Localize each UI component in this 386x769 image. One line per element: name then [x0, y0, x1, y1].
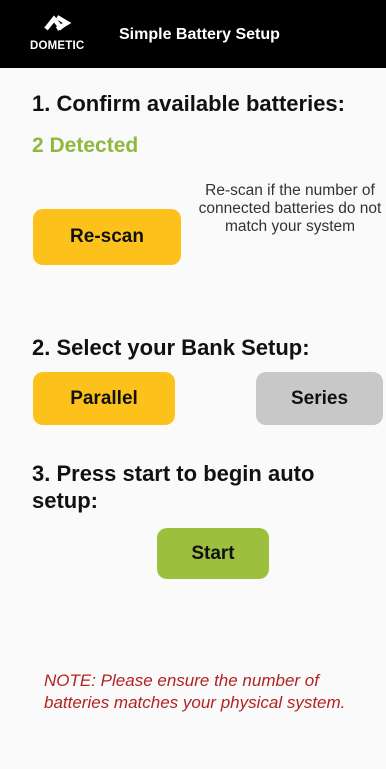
step3-heading: 3. Press start to begin auto setup: — [32, 461, 315, 513]
battery-setup-screen: DOMETIC Simple Battery Setup 1. Confirm … — [0, 0, 386, 769]
detected-count: 2 Detected — [32, 134, 139, 157]
app-title: Simple Battery Setup — [119, 26, 280, 43]
dometic-logo: DOMETIC — [30, 14, 86, 58]
logo-text: DOMETIC — [30, 40, 85, 52]
dometic-chevron-icon — [44, 15, 72, 31]
series-button[interactable]: Series — [256, 372, 383, 425]
rescan-button[interactable]: Re-scan — [33, 209, 181, 265]
app-header: DOMETIC Simple Battery Setup — [0, 0, 386, 68]
step1-heading: 1. Confirm available batteries: — [32, 91, 345, 116]
start-button[interactable]: Start — [157, 528, 269, 579]
note-text: NOTE: Please ensure the number of batter… — [44, 671, 346, 712]
rescan-hint: Re-scan if the number of connected batte… — [198, 182, 382, 235]
parallel-button[interactable]: Parallel — [33, 372, 175, 425]
step2-heading: 2. Select your Bank Setup: — [32, 335, 310, 360]
